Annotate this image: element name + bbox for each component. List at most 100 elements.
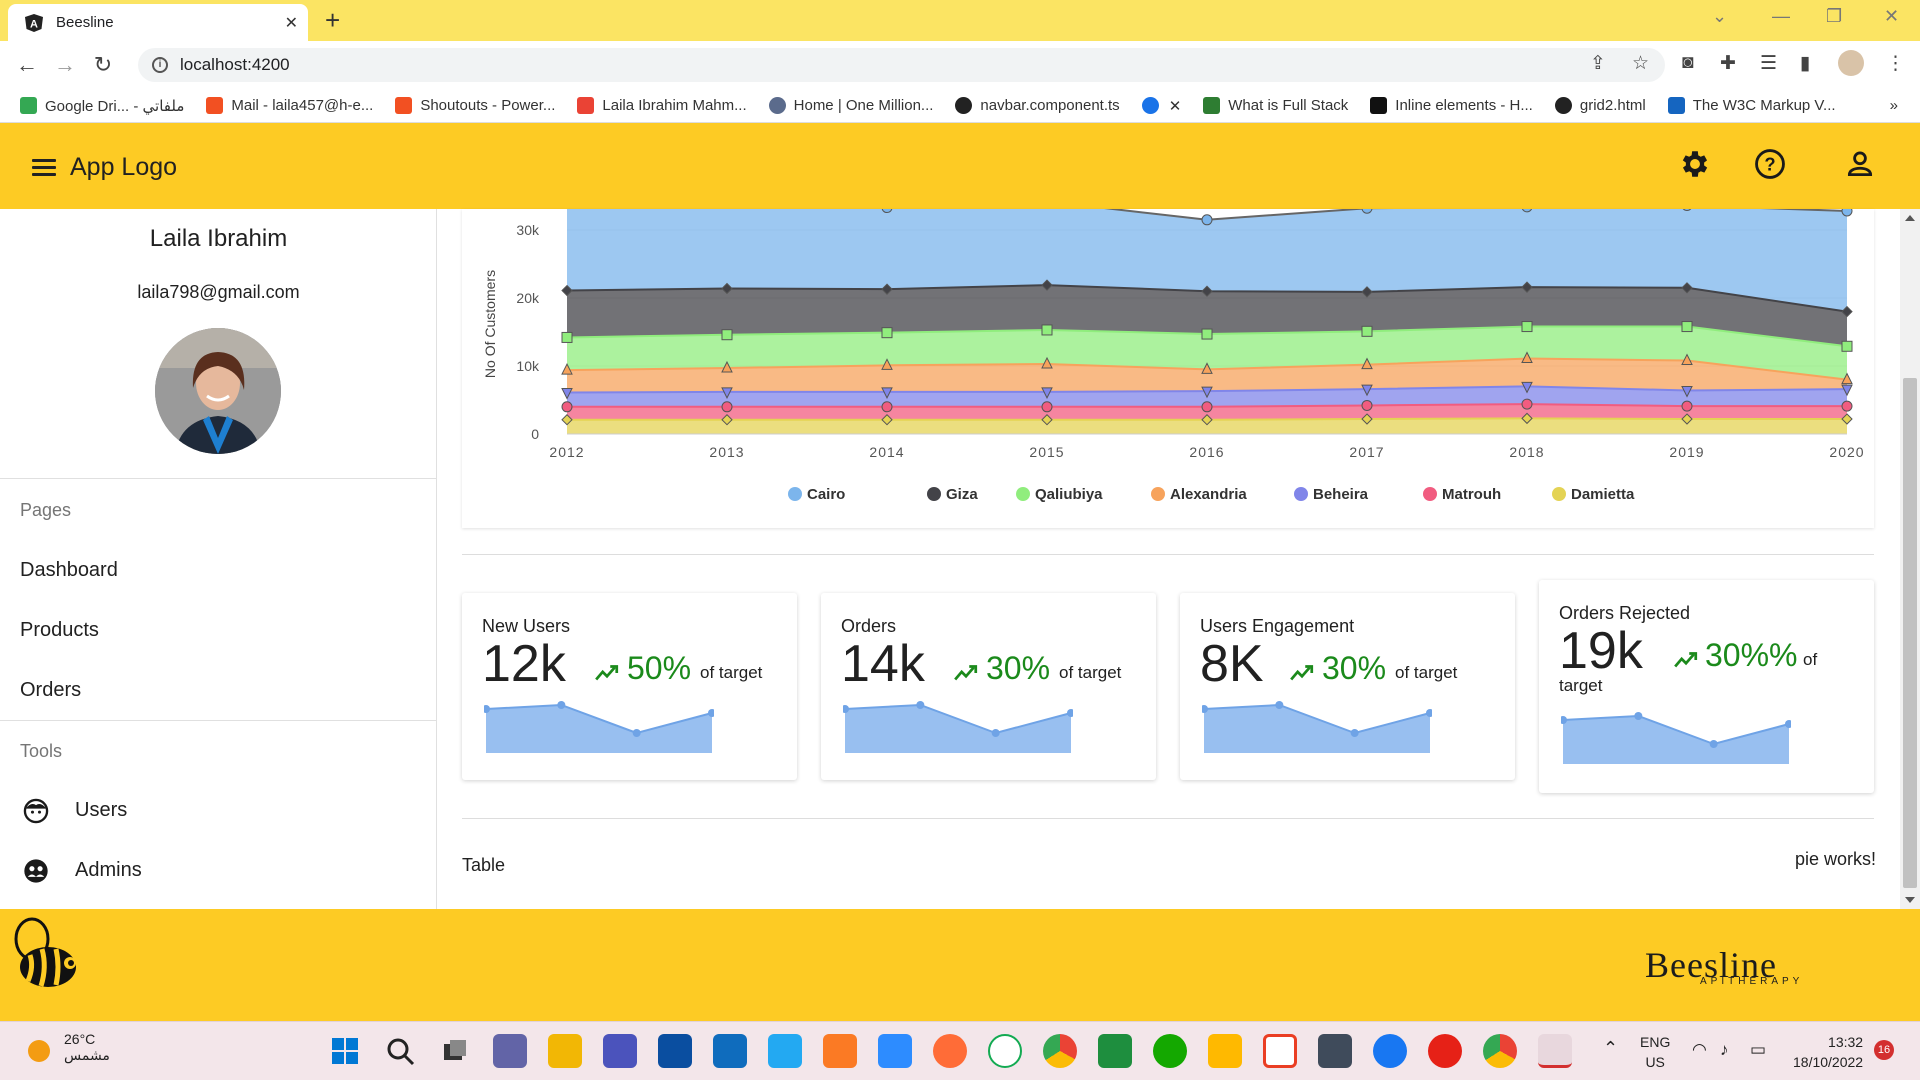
bookmark-label: The W3C Markup V...: [1692, 97, 1836, 114]
vscode-icon[interactable]: [768, 1034, 802, 1068]
divider: [462, 818, 1874, 819]
chat-icon[interactable]: [493, 1034, 527, 1068]
snipping-tool-icon[interactable]: [1538, 1034, 1572, 1068]
bookmark-item[interactable]: The W3C Markup V...: [1667, 97, 1836, 114]
scrollbar-thumb[interactable]: [1903, 378, 1917, 888]
reload-icon[interactable]: ↻: [84, 52, 122, 78]
sidebar-item-users[interactable]: Users: [75, 799, 127, 822]
windows-start-icon[interactable]: [328, 1034, 362, 1068]
sidebar-item-admins[interactable]: Admins: [75, 859, 142, 882]
help-icon[interactable]: ?: [1753, 147, 1787, 181]
photos-icon[interactable]: [1208, 1034, 1242, 1068]
bookmark-item[interactable]: Home | One Million...: [768, 97, 933, 114]
data-point: [881, 327, 893, 339]
chrome-profile-icon[interactable]: [1483, 1034, 1517, 1068]
more-vert-icon[interactable]: ⋮: [1886, 52, 1905, 75]
office-app-icon[interactable]: [1263, 1034, 1297, 1068]
messenger-icon[interactable]: [1373, 1034, 1407, 1068]
minimize-icon[interactable]: —: [1772, 6, 1790, 27]
file-explorer-icon[interactable]: [548, 1034, 582, 1068]
bookmark-item[interactable]: Inline elements - H...: [1370, 97, 1533, 114]
notification-badge[interactable]: 16: [1874, 1040, 1894, 1060]
bookmark-item[interactable]: grid2.html: [1554, 97, 1646, 114]
bookmark-item[interactable]: Laila Ibrahim Mahm...: [577, 97, 747, 114]
language-code: ENG: [1640, 1034, 1671, 1050]
share-icon[interactable]: ⇪: [1590, 52, 1606, 75]
menu-icon[interactable]: [32, 159, 56, 177]
close-window-icon[interactable]: ✕: [1884, 6, 1899, 27]
x-tick-label: 2013: [709, 444, 744, 460]
bookmark-item[interactable]: navbar.component.ts: [955, 97, 1120, 114]
xampp-icon[interactable]: [823, 1034, 857, 1068]
legend-marker: [927, 487, 941, 501]
search-icon[interactable]: [383, 1034, 417, 1068]
weather-sun-icon[interactable]: [28, 1040, 50, 1062]
bookmark-item[interactable]: ✕: [1141, 97, 1182, 115]
customers-area-chart: 0 10k 20k 30k No Of Customers 2012 2013 2014 201…: [482, 209, 1864, 503]
system-clock[interactable]: 13:32 18/10/2022: [1793, 1032, 1863, 1072]
more-bookmarks-icon[interactable]: »: [1890, 97, 1898, 114]
virtualbox-icon[interactable]: [1318, 1034, 1352, 1068]
close-tab-icon[interactable]: ✕: [285, 13, 298, 33]
language-indicator[interactable]: ENG US: [1640, 1032, 1670, 1072]
card-title: Users Engagement: [1200, 616, 1355, 636]
forward-icon[interactable]: →: [46, 52, 84, 78]
teams-icon[interactable]: [603, 1034, 637, 1068]
site-info-icon[interactable]: i: [152, 57, 168, 73]
close-small-icon: ✕: [1168, 97, 1182, 115]
bookmark-label: Laila Ibrahim Mahm...: [602, 97, 747, 114]
mongodb-icon[interactable]: [988, 1034, 1022, 1068]
chrome-icon[interactable]: [1043, 1034, 1077, 1068]
sidebar-item-products[interactable]: Products: [20, 619, 99, 642]
sidebar-item-orders[interactable]: Orders: [20, 679, 81, 702]
scroll-down-icon[interactable]: [1905, 897, 1915, 903]
wifi-icon[interactable]: ◠: [1692, 1040, 1707, 1060]
task-view-icon[interactable]: [438, 1034, 472, 1068]
camera-icon[interactable]: ◙: [1682, 52, 1693, 74]
store-icon[interactable]: [658, 1034, 692, 1068]
volume-icon[interactable]: ♪: [1720, 1040, 1729, 1060]
sparkline-point: [632, 729, 641, 737]
bookmark-star-icon[interactable]: ☆: [1632, 52, 1649, 75]
settings-icon[interactable]: [1678, 147, 1712, 181]
sheets-icon[interactable]: [1098, 1034, 1132, 1068]
card-value: 14k: [841, 635, 925, 693]
media-player-icon[interactable]: [1428, 1034, 1462, 1068]
new-tab-icon[interactable]: +: [325, 6, 340, 34]
pie-label: pie works!: [1795, 849, 1877, 869]
address-bar[interactable]: i localhost:4200: [138, 48, 1665, 82]
profile-avatar-icon[interactable]: [1838, 50, 1864, 76]
url-text: localhost:4200: [180, 55, 290, 74]
bookmark-item[interactable]: What is Full Stack: [1203, 97, 1348, 114]
extensions-icon[interactable]: ✚: [1720, 52, 1736, 75]
weather-widget[interactable]: 26°C مشمس: [64, 1031, 110, 1064]
media-icon[interactable]: ☰: [1760, 52, 1777, 75]
legend-item-giza: Giza: [946, 486, 978, 503]
zoom-icon[interactable]: [878, 1034, 912, 1068]
sidepanel-icon[interactable]: ▮: [1800, 52, 1810, 75]
stat-card-orders: Orders 14k 30% of target: [821, 593, 1156, 780]
account-icon[interactable]: [1843, 147, 1877, 181]
bookmark-item[interactable]: Shoutouts - Power...: [395, 97, 555, 114]
bookmark-item[interactable]: Mail - laila457@h-e...: [206, 97, 373, 114]
app-logo[interactable]: App Logo: [70, 153, 177, 182]
sparkline-chart: [843, 701, 1073, 753]
chevron-up-icon[interactable]: ⌃: [1603, 1038, 1618, 1059]
card-value: 19k: [1559, 622, 1643, 680]
bookmark-item[interactable]: Google Dri... - ملفاتي: [20, 97, 184, 115]
chevron-down-icon[interactable]: ⌄: [1712, 6, 1727, 27]
outlook-icon[interactable]: [713, 1034, 747, 1068]
pages-heading: Pages: [20, 500, 72, 520]
restore-icon[interactable]: ❐: [1826, 6, 1842, 27]
sparkline-area: [845, 705, 1071, 753]
sidebar-item-dashboard[interactable]: Dashboard: [20, 559, 118, 582]
back-icon[interactable]: ←: [8, 52, 46, 78]
battery-icon[interactable]: ▭: [1750, 1040, 1766, 1060]
bookmark-label: What is Full Stack: [1228, 97, 1349, 114]
table-label: Table: [462, 855, 506, 875]
browser-tab[interactable]: A Beesline ✕: [8, 4, 308, 41]
x-tick-label: 2019: [1669, 444, 1704, 460]
scroll-up-icon[interactable]: [1905, 215, 1915, 221]
upwork-icon[interactable]: [1153, 1034, 1187, 1068]
postman-icon[interactable]: [933, 1034, 967, 1068]
